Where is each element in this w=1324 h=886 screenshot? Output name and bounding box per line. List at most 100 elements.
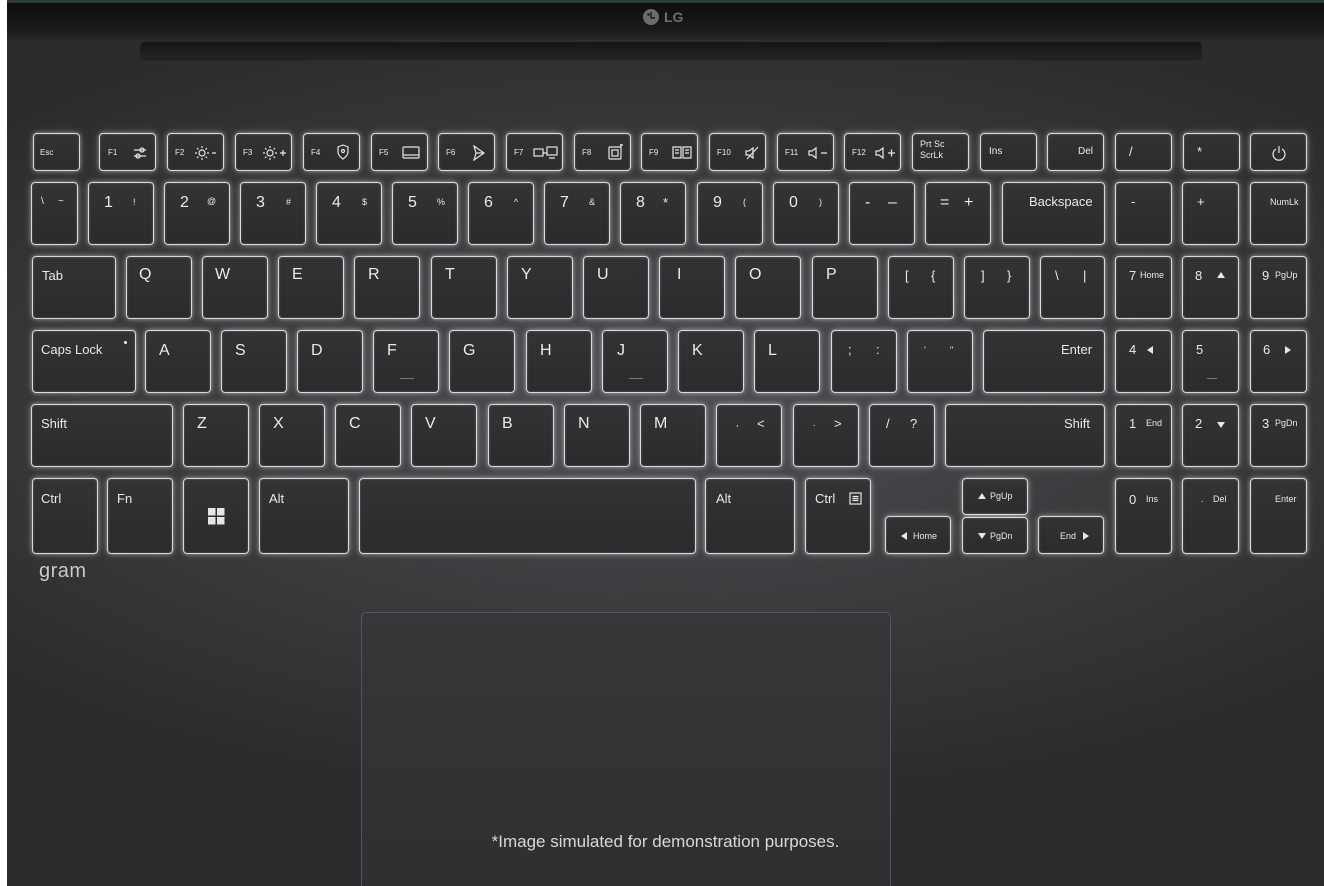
key-u[interactable]: U: [583, 256, 649, 319]
key-numpad-1[interactable]: 1 End: [1115, 404, 1172, 467]
key-f3[interactable]: F3: [235, 133, 292, 171]
key-numpad-star[interactable]: *: [1183, 133, 1240, 171]
key-p[interactable]: P: [812, 256, 878, 319]
key-pgdn[interactable]: PgDn: [962, 517, 1028, 554]
key-period[interactable]: . >: [793, 404, 859, 467]
key-f5[interactable]: F5: [371, 133, 428, 171]
key-numpad-enter[interactable]: Enter: [1250, 478, 1307, 554]
key-home[interactable]: Home: [885, 516, 951, 554]
key-ctrl-left[interactable]: Ctrl: [32, 478, 98, 554]
key-r[interactable]: R: [354, 256, 420, 319]
key-6[interactable]: 6 ^: [468, 182, 534, 245]
key-z[interactable]: Z: [183, 404, 249, 467]
key-del[interactable]: Del: [1047, 133, 1104, 171]
key-f10[interactable]: F10: [709, 133, 766, 171]
key-o[interactable]: O: [735, 256, 801, 319]
key-backspace[interactable]: Backspace: [1002, 182, 1105, 245]
key-tilde[interactable]: \ ~: [31, 182, 78, 245]
key-t[interactable]: T: [431, 256, 497, 319]
key-5[interactable]: 5%: [392, 182, 458, 245]
key-tab[interactable]: Tab: [32, 256, 116, 319]
key-3[interactable]: 3 #: [240, 182, 306, 245]
key-f8[interactable]: F8: [574, 133, 631, 171]
key-0[interactable]: 0): [773, 182, 839, 245]
key-k[interactable]: K: [678, 330, 744, 393]
key-sublabel: –: [888, 194, 897, 211]
key-end[interactable]: End: [1038, 516, 1104, 554]
key-esc[interactable]: Esc: [33, 133, 80, 171]
key-f1[interactable]: F1: [99, 133, 156, 171]
key-power[interactable]: [1250, 133, 1307, 171]
key-1[interactable]: 1!: [88, 182, 154, 245]
key-numpad-3[interactable]: 3 PgDn: [1250, 404, 1307, 467]
key-minus[interactable]: - –: [849, 182, 915, 245]
key-numpad-9[interactable]: 9 PgUp: [1250, 256, 1307, 319]
key-numpad-2[interactable]: 2: [1182, 404, 1239, 467]
key-numlock[interactable]: NumLk: [1250, 182, 1307, 245]
key-m[interactable]: M: [640, 404, 706, 467]
key-numpad-minus[interactable]: -: [1115, 182, 1172, 245]
key-f12[interactable]: F12: [844, 133, 901, 171]
key-g[interactable]: G: [449, 330, 515, 393]
key-f11[interactable]: F11: [777, 133, 834, 171]
key-quote[interactable]: ' ": [907, 330, 973, 393]
key-enter[interactable]: Enter: [983, 330, 1105, 393]
key-numpad-6[interactable]: 6: [1250, 330, 1307, 393]
key-n[interactable]: N: [564, 404, 630, 467]
key-space[interactable]: [359, 478, 696, 554]
key-q[interactable]: Q: [126, 256, 192, 319]
key-numpad-0[interactable]: 0 Ins: [1115, 478, 1172, 554]
key-8[interactable]: 8 *: [620, 182, 686, 245]
key-numpad-7[interactable]: 7 Home: [1115, 256, 1172, 319]
key-f9[interactable]: F9: [641, 133, 698, 171]
key-f7[interactable]: F7: [506, 133, 563, 171]
key-equals[interactable]: = +: [925, 182, 991, 245]
key-left-bracket[interactable]: [{: [888, 256, 954, 319]
key-right-bracket[interactable]: ]}: [964, 256, 1030, 319]
key-v[interactable]: V: [411, 404, 477, 467]
key-numpad-8[interactable]: 8: [1182, 256, 1239, 319]
key-numpad-slash[interactable]: /: [1115, 133, 1172, 171]
key-ins[interactable]: Ins: [980, 133, 1037, 171]
key-4[interactable]: 4 $: [316, 182, 382, 245]
key-fn[interactable]: Fn: [107, 478, 173, 554]
key-semicolon[interactable]: ;:: [831, 330, 897, 393]
key-ctrl-right[interactable]: Ctrl: [805, 478, 871, 554]
key-label: Alt: [269, 491, 285, 506]
key-i[interactable]: I: [659, 256, 725, 319]
key-f2[interactable]: F2: [167, 133, 224, 171]
key-x[interactable]: X: [259, 404, 325, 467]
key-f[interactable]: F: [373, 330, 439, 393]
key-b[interactable]: B: [488, 404, 554, 467]
key-9[interactable]: 9(: [697, 182, 763, 245]
key-numpad-5[interactable]: 5: [1182, 330, 1239, 393]
key-slash[interactable]: /?: [869, 404, 935, 467]
key-f6[interactable]: F6: [438, 133, 495, 171]
key-shift-left[interactable]: Shift: [31, 404, 173, 467]
key-alt-left[interactable]: Alt: [259, 478, 349, 554]
key-capslock[interactable]: Caps Lock: [32, 330, 136, 393]
key-y[interactable]: Y: [507, 256, 573, 319]
key-numpad-4[interactable]: 4: [1115, 330, 1172, 393]
key-e[interactable]: E: [278, 256, 344, 319]
key-h[interactable]: H: [526, 330, 592, 393]
key-d[interactable]: D: [297, 330, 363, 393]
key-s[interactable]: S: [221, 330, 287, 393]
key-pgup[interactable]: PgUp: [962, 478, 1028, 515]
key-c[interactable]: C: [335, 404, 401, 467]
key-7[interactable]: 7 &: [544, 182, 610, 245]
key-numpad-dot[interactable]: . Del: [1182, 478, 1239, 554]
key-windows[interactable]: [183, 478, 249, 554]
key-2[interactable]: 2 @: [164, 182, 230, 245]
key-prtsc[interactable]: Prt Sc ScrLk: [912, 133, 969, 171]
key-shift-right[interactable]: Shift: [945, 404, 1105, 467]
key-numpad-plus[interactable]: +: [1182, 182, 1239, 245]
key-f4[interactable]: F4: [303, 133, 360, 171]
key-w[interactable]: W: [202, 256, 268, 319]
key-comma[interactable]: , <: [716, 404, 782, 467]
key-backslash[interactable]: \ |: [1040, 256, 1105, 319]
key-a[interactable]: A: [145, 330, 211, 393]
key-alt-right[interactable]: Alt: [705, 478, 795, 554]
key-j[interactable]: J: [602, 330, 668, 393]
key-l[interactable]: L: [754, 330, 820, 393]
